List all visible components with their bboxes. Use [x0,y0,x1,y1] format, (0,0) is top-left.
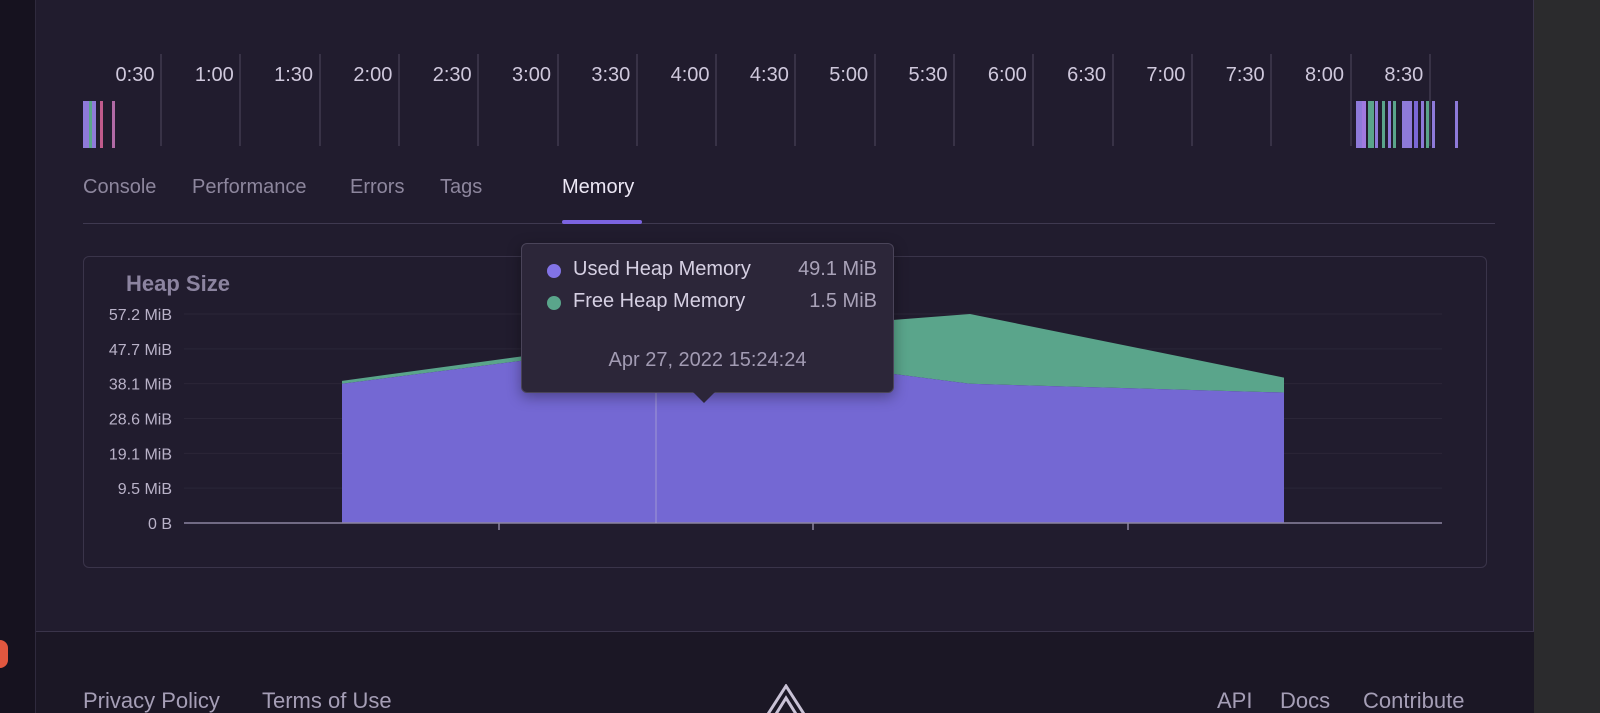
timeline-tick-label: 7:30 [1225,64,1265,86]
timeline-tick-line [556,54,559,146]
y-tick-label: 57.2 MiB [109,307,172,324]
y-tick-label: 0 B [148,516,172,533]
timeline-tick-label: 7:00 [1146,64,1186,86]
tab-tags[interactable]: Tags [440,176,482,199]
timeline-event-marker[interactable] [100,101,103,148]
tooltip-date: Apr 27, 2022 15:24:24 [608,349,807,371]
timeline-tick-line [1428,54,1431,146]
tooltip-used-value: 49.1 MiB [798,258,877,280]
free-legend-dot [547,296,561,310]
timeline-tick-label: 4:30 [749,64,789,86]
tooltip-free-row: Free Heap Memory 1.5 MiB [547,290,877,316]
timeline-tick-label: 8:00 [1305,64,1344,86]
timeline-event-marker[interactable] [1421,101,1424,148]
y-tick-label: 9.5 MiB [118,481,172,498]
timeline-tick-label: 2:00 [353,64,393,86]
timeline-tick-label: 3:00 [512,64,551,86]
timeline-tick-line [794,54,797,146]
timeline-tick-line [477,54,480,146]
timeline-tick-line [1032,54,1035,146]
timeline-event-marker[interactable] [92,101,96,148]
api-link[interactable]: API [1217,688,1252,713]
terms-of-use-link[interactable]: Terms of Use [262,688,392,713]
timeline-tick-label: 0:30 [115,64,155,86]
tooltip-used-label: Used Heap Memory [573,258,751,280]
timeline-tick-line [1349,54,1352,146]
timeline-tick-label: 6:30 [1067,64,1107,86]
sentry-logo-icon[interactable] [764,684,808,713]
left-sidebar-strip [0,0,36,713]
used-legend-dot [547,264,561,278]
timeline-tick-line [239,54,242,146]
timeline-event-marker[interactable] [1393,101,1396,148]
notification-dot[interactable] [0,640,8,668]
timeline-tick-label: 5:30 [908,64,948,86]
timeline-tick-line [1111,54,1114,146]
tab-bar: Console Performance Errors Tags Memory [83,176,1495,224]
tab-performance[interactable]: Performance [192,176,307,199]
timeline-tick-line [1190,54,1193,146]
footer: Privacy Policy Terms of Use API Docs Con… [36,631,1534,713]
y-tick-label: 38.1 MiB [109,377,172,394]
timeline-event-marker[interactable] [1375,101,1378,148]
timeline-tick-line [953,54,955,146]
timeline-event-marker[interactable] [1368,101,1374,148]
timeline-tick-line [397,54,400,146]
timeline-event-marker[interactable] [1382,101,1385,148]
timeline-tick-label: 4:00 [670,64,710,86]
timeline-tick-line [160,54,162,146]
timeline-tick-label: 1:00 [194,64,234,86]
tooltip-used-row: Used Heap Memory 49.1 MiB [547,258,877,284]
right-panel-strip [1534,0,1600,713]
active-tab-indicator [562,220,642,224]
timeline-tick-label: 6:00 [987,64,1027,86]
timeline-tick-line [873,54,876,146]
tooltip-free-label: Free Heap Memory [573,290,746,312]
privacy-policy-link[interactable]: Privacy Policy [83,688,220,713]
timeline-event-marker[interactable] [112,101,115,148]
tab-errors[interactable]: Errors [350,176,404,199]
timeline-event-marker[interactable] [1426,101,1429,148]
timeline-event-marker[interactable] [1432,101,1435,148]
timeline-event-marker[interactable] [1455,101,1458,148]
timeline-event-marker[interactable] [1402,101,1412,148]
tab-console[interactable]: Console [83,176,156,199]
timeline-event-marker[interactable] [1388,101,1391,148]
timeline-tick-label: 5:00 [829,64,869,86]
y-tick-label: 47.7 MiB [109,342,172,359]
contribute-link[interactable]: Contribute [1363,688,1465,713]
chart-tooltip: Used Heap Memory 49.1 MiB Free Heap Memo… [521,243,894,403]
timeline-tick-line [635,54,638,146]
timeline-tick-line [715,54,718,146]
timeline-tick-label: 1:30 [274,64,314,86]
timeline-event-marker[interactable] [1414,101,1418,148]
tab-memory[interactable]: Memory [562,176,634,199]
timeline-tick-label: 2:30 [432,64,472,86]
timeline-event-marker[interactable] [1362,101,1366,148]
y-tick-label: 28.6 MiB [109,412,172,429]
timeline-tick-line [318,54,321,146]
docs-link[interactable]: Docs [1280,688,1330,713]
timeline-tick-line [1270,54,1273,146]
timeline-tick-label: 3:30 [591,64,631,86]
y-tick-label: 19.1 MiB [109,446,172,463]
timeline-tick-label: 8:30 [1384,64,1424,86]
tooltip-free-value: 1.5 MiB [809,290,877,312]
